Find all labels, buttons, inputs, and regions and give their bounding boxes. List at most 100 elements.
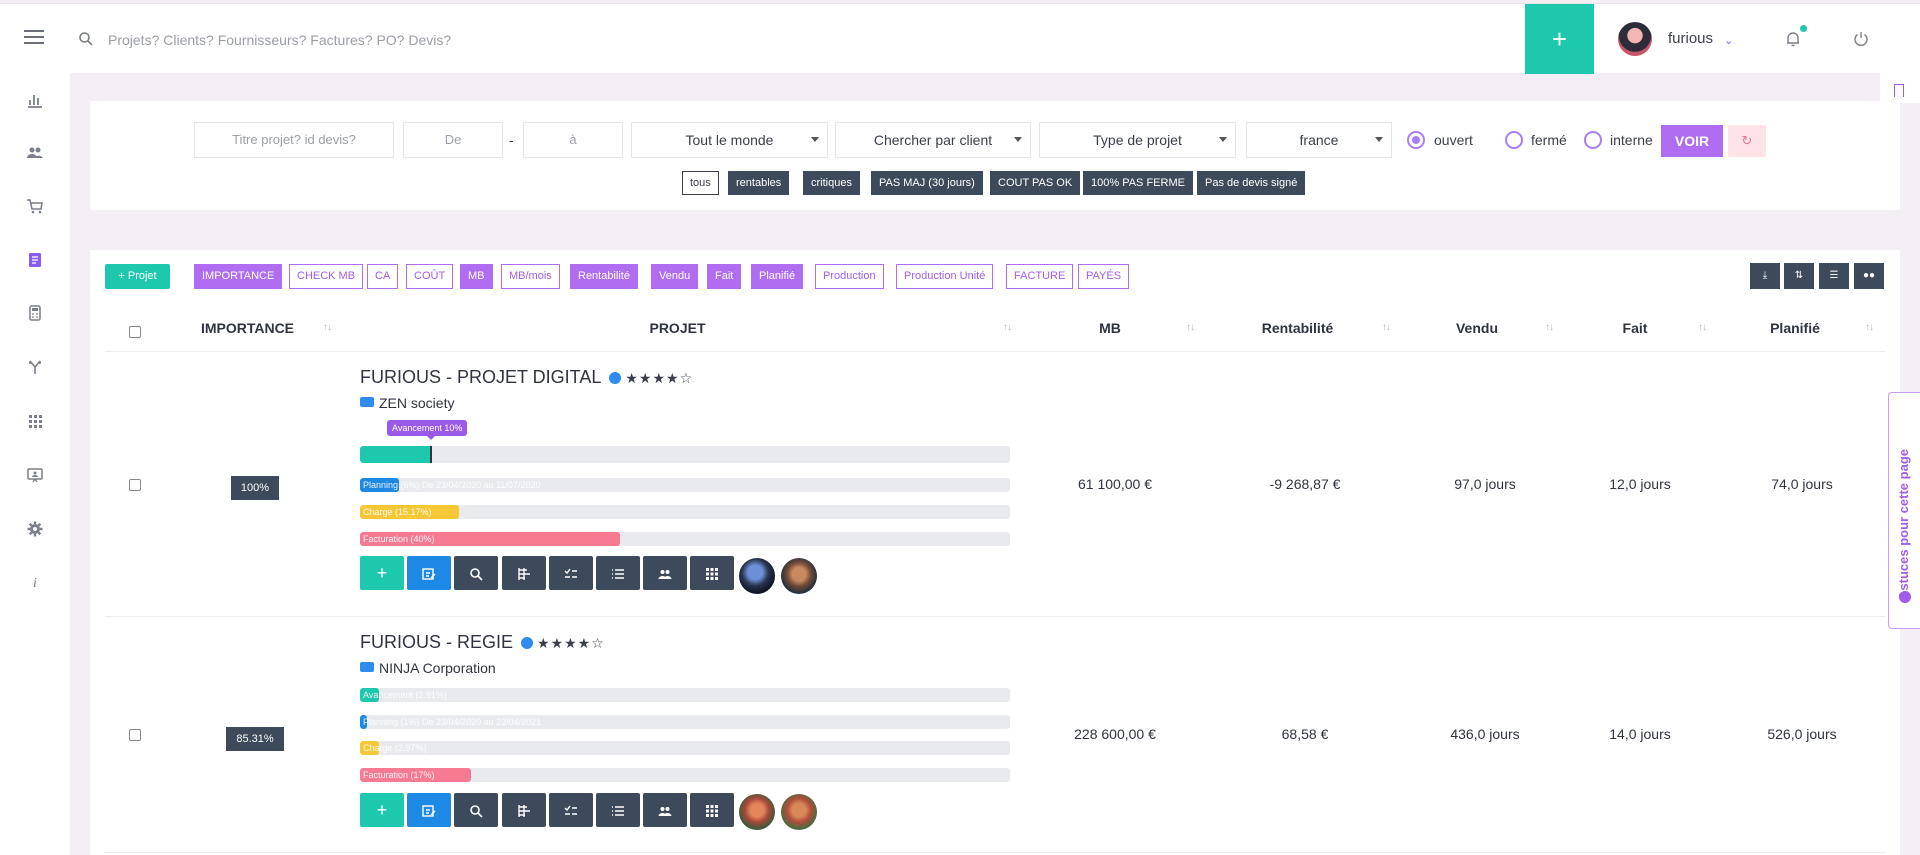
user-avatar[interactable] xyxy=(1618,22,1652,56)
fork-icon[interactable] xyxy=(25,358,45,378)
col-toggle-ca[interactable]: CA xyxy=(367,264,399,289)
client-select[interactable]: Chercher par client xyxy=(835,122,1031,158)
client-name[interactable]: NINJA Corporation xyxy=(360,660,496,676)
status-internal-radio[interactable] xyxy=(1584,131,1602,149)
col-toggle-cout[interactable]: COÛT xyxy=(406,264,454,289)
voir-button[interactable]: VOIR xyxy=(1661,125,1723,157)
team-icon[interactable] xyxy=(643,556,687,590)
checklist-icon[interactable] xyxy=(549,556,593,590)
team-member-avatar[interactable] xyxy=(739,558,775,594)
list-view-icon[interactable]: ☰ xyxy=(1819,263,1849,289)
bookmark-icon[interactable] xyxy=(1894,84,1904,97)
checklist-icon[interactable] xyxy=(549,793,593,827)
add-task-button[interactable]: + xyxy=(360,556,404,590)
date-from-input[interactable]: De xyxy=(403,122,503,158)
row-checkbox[interactable] xyxy=(129,729,141,741)
project-title[interactable]: FURIOUS - REGIE ★★★★☆ xyxy=(360,632,605,653)
add-task-button[interactable]: + xyxy=(360,793,404,827)
col-toggle-facture[interactable]: FACTURE xyxy=(1006,264,1074,289)
status-closed-radio[interactable] xyxy=(1505,131,1523,149)
hamburger-menu-icon[interactable] xyxy=(24,30,44,44)
cart-icon[interactable] xyxy=(25,197,45,217)
team-icon[interactable] xyxy=(643,793,687,827)
presentation-icon[interactable] xyxy=(25,466,45,486)
project-title[interactable]: FURIOUS - PROJET DIGITAL ★★★★☆ xyxy=(360,367,693,388)
edit-quote-icon[interactable] xyxy=(407,793,451,827)
bell-icon[interactable] xyxy=(1784,30,1802,48)
header-projet[interactable]: PROJET xyxy=(620,320,735,336)
col-toggle-fait[interactable]: Fait xyxy=(707,264,742,289)
username[interactable]: furious xyxy=(1668,30,1713,47)
date-to-input[interactable]: à xyxy=(523,122,623,158)
col-toggle-mb[interactable]: MB xyxy=(460,264,493,289)
download-icon[interactable]: ⤓ xyxy=(1750,263,1780,289)
search-icon[interactable] xyxy=(454,793,498,827)
select-all-checkbox[interactable] xyxy=(129,326,141,338)
sort-icon[interactable]: ↑↓ xyxy=(1698,322,1707,333)
global-search-input[interactable] xyxy=(108,22,808,58)
document-icon[interactable] xyxy=(25,251,45,271)
chip-cout-pas-ok[interactable]: COUT PAS OK xyxy=(990,171,1081,195)
project-title-text[interactable]: FURIOUS - PROJET DIGITAL xyxy=(360,367,601,387)
tips-label[interactable]: Astuces pour cette page xyxy=(1896,449,1911,600)
chip-rentables[interactable]: rentables xyxy=(728,171,790,195)
power-icon[interactable] xyxy=(1852,30,1870,48)
search-icon[interactable] xyxy=(454,556,498,590)
grid-icon[interactable] xyxy=(690,556,734,590)
project-type-select[interactable]: Type de projet xyxy=(1039,122,1236,158)
col-toggle-importance[interactable]: IMPORTANCE xyxy=(194,264,283,289)
status-open-radio[interactable] xyxy=(1407,131,1425,149)
sort-icon[interactable]: ↑↓ xyxy=(1003,322,1012,333)
team-member-avatar[interactable] xyxy=(781,794,817,830)
chip-critiques[interactable]: critiques xyxy=(803,171,860,195)
chip-pas-maj[interactable]: PAS MAJ (30 jours) xyxy=(871,171,983,195)
col-toggle-planifie[interactable]: Planifié xyxy=(751,264,804,289)
project-title-text[interactable]: FURIOUS - REGIE xyxy=(360,632,513,652)
client-name[interactable]: ZEN society xyxy=(360,395,454,411)
chip-tous[interactable]: tous xyxy=(682,171,719,195)
edit-quote-icon[interactable] xyxy=(407,556,451,590)
users-icon[interactable] xyxy=(25,144,45,164)
sort-filter-icon[interactable]: ⇅ xyxy=(1784,263,1814,289)
col-toggle-rentabilite[interactable]: Rentabilité xyxy=(570,264,638,289)
grid-icon[interactable] xyxy=(690,793,734,827)
col-toggle-production-unite[interactable]: Production Unité xyxy=(896,264,994,289)
apps-grid-icon[interactable] xyxy=(25,412,45,432)
client-name-text[interactable]: NINJA Corporation xyxy=(379,660,496,676)
team-view-icon[interactable]: ●● xyxy=(1854,263,1884,289)
sort-icon[interactable]: ↑↓ xyxy=(1545,322,1554,333)
client-name-text[interactable]: ZEN society xyxy=(379,395,454,411)
sort-icon[interactable]: ↑↓ xyxy=(1186,322,1195,333)
sort-icon[interactable]: ↑↓ xyxy=(1865,322,1874,333)
user-select[interactable]: Tout le monde xyxy=(631,122,828,158)
info-icon[interactable]: i xyxy=(25,574,45,594)
timeline-icon[interactable] xyxy=(502,793,546,827)
country-select[interactable]: france xyxy=(1246,122,1392,158)
col-toggle-production[interactable]: Production xyxy=(815,264,884,289)
chip-pas-de-devis[interactable]: Pas de devis signé xyxy=(1197,171,1306,195)
add-button[interactable]: + xyxy=(1525,4,1594,74)
header-fait[interactable]: Fait xyxy=(1595,320,1675,336)
col-toggle-payes[interactable]: PAYÉS xyxy=(1078,264,1130,289)
header-vendu[interactable]: Vendu xyxy=(1437,320,1517,336)
chip-100-pas-ferme[interactable]: 100% PAS FERME xyxy=(1083,171,1193,195)
gear-icon[interactable] xyxy=(25,520,45,540)
new-project-button[interactable]: + Projet xyxy=(105,264,170,289)
team-member-avatar[interactable] xyxy=(739,794,775,830)
col-toggle-check-mb[interactable]: CHECK MB xyxy=(289,264,364,289)
sort-icon[interactable]: ↑↓ xyxy=(323,322,332,333)
list-icon[interactable] xyxy=(596,556,640,590)
sort-icon[interactable]: ↑↓ xyxy=(1382,322,1391,333)
title-filter-input[interactable]: Titre projet? id devis? xyxy=(194,122,394,158)
header-importance[interactable]: IMPORTANCE xyxy=(190,320,305,336)
header-planifie[interactable]: Planifié xyxy=(1755,320,1835,336)
header-mb[interactable]: MB xyxy=(1070,320,1150,336)
row-checkbox[interactable] xyxy=(129,479,141,491)
col-toggle-vendu[interactable]: Vendu xyxy=(651,264,699,289)
col-toggle-mb-mois[interactable]: MB/mois xyxy=(501,264,560,289)
reset-icon[interactable]: ↻ xyxy=(1728,125,1766,157)
timeline-icon[interactable] xyxy=(502,556,546,590)
list-icon[interactable] xyxy=(596,793,640,827)
bar-chart-icon[interactable] xyxy=(25,91,45,111)
header-rentabilite[interactable]: Rentabilité xyxy=(1240,320,1355,336)
